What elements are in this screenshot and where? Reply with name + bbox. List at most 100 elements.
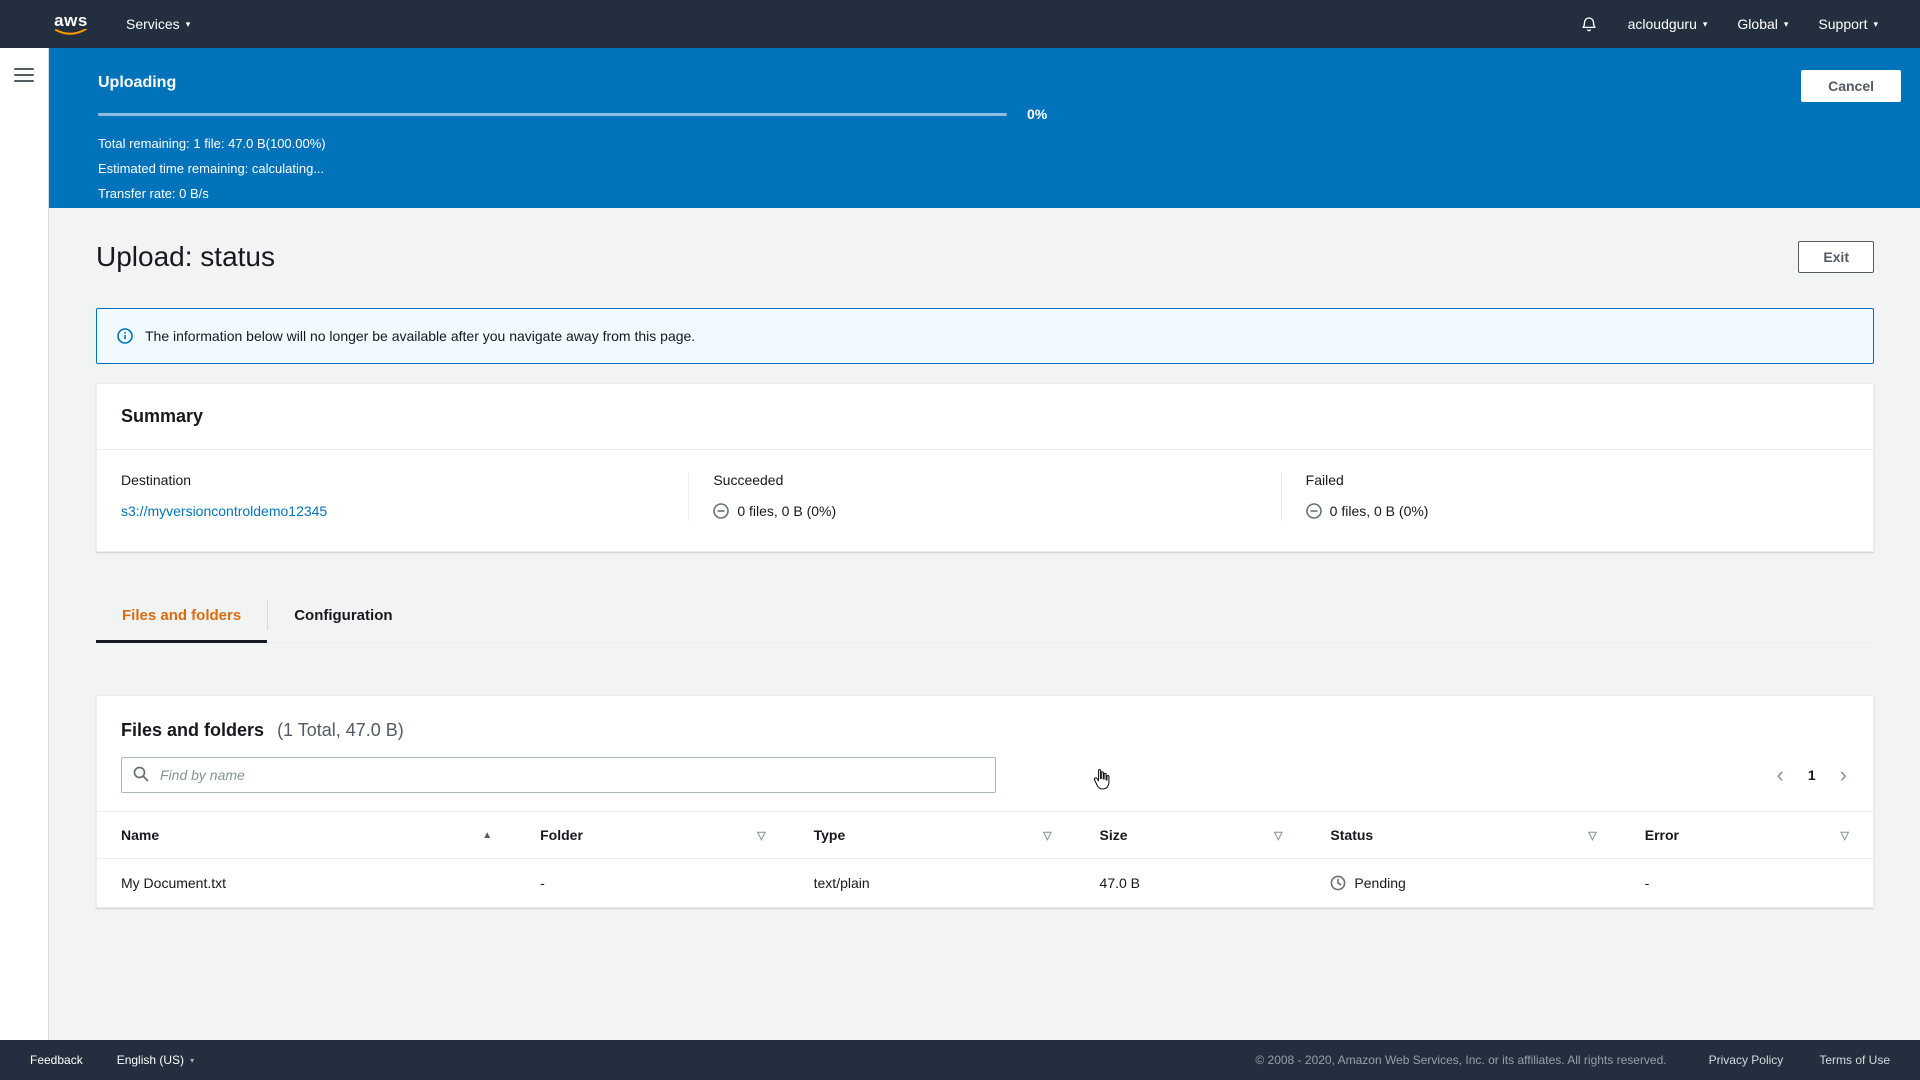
summary-title: Summary [97, 384, 1873, 450]
tab-configuration[interactable]: Configuration [268, 588, 418, 642]
region-label: Global [1737, 16, 1778, 32]
chevron-down-icon: ▾ [1702, 18, 1708, 29]
column-header-status[interactable]: Status ▽ [1306, 811, 1621, 859]
file-status-cell: Pending [1306, 859, 1620, 908]
aws-logo-text: aws [54, 11, 88, 30]
filter-dropdown-icon[interactable]: ▽ [1588, 829, 1596, 842]
column-header-folder[interactable]: Folder ▽ [516, 811, 790, 859]
next-page-button[interactable]: › [1838, 764, 1849, 786]
files-and-folders-panel: Files and folders (1 Total, 47.0 B) ‹ 1 … [96, 695, 1874, 908]
page-number[interactable]: 1 [1808, 767, 1816, 783]
nav-right: acloudguru ▾ Global ▾ Support ▾ [1580, 15, 1878, 33]
files-table: Name ▲ Folder ▽ Type ▽ Size ▽ Status ▽ E… [97, 811, 1873, 907]
aws-console: aws Services ▾ acloudguru ▾ Global ▾ Sup… [0, 0, 1920, 1080]
terms-of-use-link[interactable]: Terms of Use [1819, 1053, 1890, 1067]
files-table-header-row: Name ▲ Folder ▽ Type ▽ Size ▽ Status ▽ E… [97, 811, 1873, 859]
top-nav: aws Services ▾ acloudguru ▾ Global ▾ Sup… [0, 0, 1920, 48]
language-selector[interactable]: English (US) ▾ [117, 1053, 194, 1067]
services-menu[interactable]: Services ▾ [126, 16, 190, 32]
upload-banner-title: Uploading [98, 74, 177, 91]
table-row: My Document.txt - text/plain 47.0 B Pend… [97, 859, 1873, 908]
previous-page-button[interactable]: ‹ [1775, 764, 1786, 786]
estimated-time-text: Estimated time remaining: calculating... [98, 161, 325, 176]
column-header-name[interactable]: Name ▲ [97, 811, 517, 859]
column-header-size[interactable]: Size ▽ [1075, 811, 1307, 859]
files-panel-header: Files and folders (1 Total, 47.0 B) [97, 696, 1873, 741]
transfer-rate-text: Transfer rate: 0 B/s [98, 186, 209, 201]
chevron-down-icon: ▾ [1873, 18, 1878, 29]
page-title: Upload: status [96, 241, 275, 272]
hamburger-menu-icon[interactable] [14, 68, 34, 82]
info-alert-text: The information below will no longer be … [145, 328, 696, 344]
aws-logo[interactable]: aws [54, 12, 88, 36]
file-folder-cell: - [540, 875, 545, 891]
exit-button[interactable]: Exit [1798, 241, 1874, 273]
failed-value: 0 files, 0 B (0%) [1305, 503, 1849, 519]
column-header-error[interactable]: Error ▽ [1620, 811, 1873, 859]
filter-dropdown-icon[interactable]: ▽ [1841, 829, 1849, 842]
chevron-down-icon: ▾ [185, 18, 191, 29]
files-panel-toolbar: ‹ 1 › [97, 741, 1873, 811]
filter-dropdown-icon[interactable]: ▽ [757, 829, 765, 842]
region-menu[interactable]: Global ▾ [1737, 16, 1788, 32]
account-menu[interactable]: acloudguru ▾ [1628, 16, 1708, 32]
summary-panel: Summary Destination s3://myversioncontro… [96, 383, 1874, 552]
page-header: Upload: status Exit [96, 241, 1874, 273]
aws-smile-icon [55, 29, 87, 35]
pagination: ‹ 1 › [1775, 764, 1849, 786]
circle-minus-icon [713, 503, 730, 519]
privacy-policy-link[interactable]: Privacy Policy [1709, 1053, 1784, 1067]
language-label: English (US) [116, 1053, 185, 1067]
summary-failed: Failed 0 files, 0 B (0%) [1280, 472, 1873, 521]
file-error-cell: - [1644, 875, 1650, 891]
succeeded-label: Succeeded [713, 472, 784, 488]
tab-files-and-folders[interactable]: Files and folders [96, 588, 268, 643]
filter-dropdown-icon[interactable]: ▽ [1043, 829, 1051, 842]
support-label: Support [1818, 16, 1868, 32]
file-size-cell: 47.0 B [1099, 875, 1141, 891]
summary-body: Destination s3://myversioncontroldemo123… [97, 450, 1873, 551]
search-input[interactable] [121, 757, 996, 793]
chevron-down-icon: ▾ [190, 1055, 195, 1065]
summary-succeeded: Succeeded 0 files, 0 B (0%) [688, 472, 1280, 521]
summary-destination: Destination s3://myversioncontroldemo123… [97, 472, 688, 521]
notifications-bell-icon[interactable] [1580, 15, 1598, 33]
upload-progress-banner: Uploading 0% Total remaining: 1 file: 47… [49, 48, 1920, 208]
column-header-type[interactable]: Type ▽ [789, 811, 1076, 859]
info-icon [117, 328, 133, 344]
failed-label: Failed [1305, 472, 1344, 488]
files-panel-count: (1 Total, 47.0 B) [277, 720, 404, 740]
sort-ascending-icon: ▲ [482, 829, 493, 841]
progress-percent: 0% [1027, 106, 1048, 122]
tab-bar: Files and folders Configuration [96, 588, 1874, 643]
succeeded-text: 0 files, 0 B (0%) [737, 503, 837, 519]
support-menu[interactable]: Support ▾ [1818, 16, 1878, 32]
files-panel-title: Files and folders [121, 720, 265, 740]
chevron-down-icon: ▾ [1783, 18, 1789, 29]
feedback-link[interactable]: Feedback [30, 1053, 83, 1067]
destination-label: Destination [121, 472, 192, 488]
nav-left: aws Services ▾ [54, 12, 190, 36]
footer-links: Privacy Policy Terms of Use [1709, 1053, 1890, 1067]
info-alert: The information below will no longer be … [96, 308, 1874, 364]
progress-row: 0% [98, 106, 1920, 122]
filter-dropdown-icon[interactable]: ▽ [1274, 829, 1282, 842]
succeeded-value: 0 files, 0 B (0%) [713, 503, 1256, 519]
search-icon [133, 766, 149, 782]
status-text: Pending [1354, 875, 1406, 891]
pending-clock-icon [1331, 875, 1346, 891]
services-label: Services [126, 16, 180, 32]
destination-bucket-link[interactable]: s3://myversioncontroldemo12345 [121, 503, 327, 519]
circle-minus-icon [1305, 503, 1322, 519]
main-content: Upload: status Exit The information belo… [49, 208, 1920, 1040]
progress-bar [98, 112, 1007, 116]
file-type-cell: text/plain [813, 875, 870, 891]
footer: Feedback English (US) ▾ © 2008 - 2020, A… [0, 1040, 1920, 1080]
copyright-text: © 2008 - 2020, Amazon Web Services, Inc.… [1255, 1053, 1667, 1067]
cancel-button[interactable]: Cancel [1801, 70, 1901, 102]
collapsed-sidebar [0, 48, 49, 1040]
search-box [121, 757, 996, 793]
account-label: acloudguru [1627, 16, 1697, 32]
file-name-cell: My Document.txt [121, 875, 227, 891]
total-remaining-text: Total remaining: 1 file: 47.0 B(100.00%) [98, 136, 326, 151]
